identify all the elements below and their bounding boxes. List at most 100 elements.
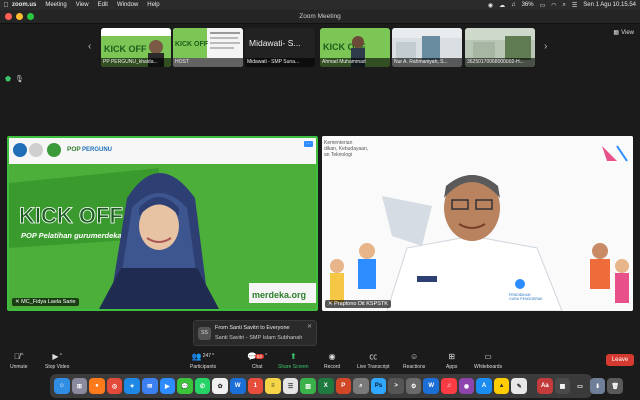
music-icon[interactable]: ♫ (511, 2, 516, 8)
reminders-icon[interactable]: ☰ (282, 378, 299, 394)
finder-icon[interactable]: ☺ (54, 378, 70, 394)
whiteboards-button[interactable]: ▭ Whiteboards (474, 350, 502, 371)
strip-next-icon[interactable]: › (544, 41, 547, 52)
music-icon[interactable]: ♫ (441, 378, 457, 394)
fullscreen-window-button[interactable] (27, 13, 34, 20)
word-doc-icon[interactable]: W (423, 378, 440, 394)
menu-edit[interactable]: Edit (98, 2, 108, 8)
mic-muted-icon: ✕ (15, 299, 20, 305)
participant-thumb[interactable]: 36250170068000002-H... (465, 28, 535, 67)
control-center-icon[interactable]: ☰ (572, 2, 577, 9)
live-transcript-button[interactable]: ㏄ Live Transcript (357, 350, 390, 371)
cc-icon: ㏄ (369, 351, 378, 361)
launchpad-icon[interactable]: ⊞ (71, 378, 88, 394)
participant-label: ✕ Praptono Dit KSPSTK (325, 300, 391, 308)
chevron-up-icon[interactable]: ^ (212, 353, 214, 359)
share-screen-label: Share Screen (278, 364, 309, 370)
cloud-icon[interactable]: ☁ (499, 2, 505, 9)
dictionary-icon[interactable]: Aa (537, 378, 553, 394)
downloads-icon[interactable]: ⬇ (589, 378, 606, 394)
photoshop-icon[interactable]: Ps (370, 378, 387, 394)
svg-text:an Teknologi: an Teknologi (324, 152, 352, 158)
record-label: Record (324, 364, 341, 370)
participant-thumb[interactable]: KICK OFF PP PERGUNU_khalda... (101, 28, 171, 67)
textedit-icon[interactable]: ✎ (511, 378, 528, 394)
menu-view[interactable]: View (76, 2, 89, 8)
menu-meeting[interactable]: Meeting (45, 2, 66, 8)
minimized-window-icon[interactable]: ▭ (572, 378, 588, 394)
app-store-icon[interactable]: A (476, 378, 492, 394)
terminal-icon[interactable]: > (388, 378, 404, 394)
mic-off-icon: 🎙̸ (14, 351, 21, 361)
participant-thumb[interactable]: Midawati- S... Midawati - SMP Suna... (245, 28, 315, 67)
preview-icon[interactable]: ⌕ (353, 378, 369, 394)
messages-icon[interactable]: 💬 (177, 378, 193, 394)
system-preferences-icon[interactable]: ⚙ (405, 378, 422, 394)
datetime[interactable]: Sen 1 Agu 10.15.54 (583, 2, 636, 8)
participants-button[interactable]: 👥 247 ^ Participants (190, 350, 216, 371)
close-window-button[interactable] (5, 13, 12, 20)
menu-help[interactable]: Help (147, 2, 159, 8)
reactions-button[interactable]: ☺ Reactions (403, 350, 425, 371)
safari-icon[interactable]: ✦ (124, 378, 140, 394)
view-button[interactable]: ▦ View (613, 29, 634, 37)
share-screen-button[interactable]: ⬆ Share Screen (278, 350, 309, 371)
screenshot-icon[interactable]: ▦ (554, 378, 571, 394)
word-icon[interactable]: W (229, 378, 246, 394)
video-tile-speaker[interactable]: Kementerian dikan, Kebudayaan, an Teknol… (322, 136, 633, 311)
unmute-button[interactable]: 🎙̸ ^ Unmute (10, 350, 28, 371)
chrome-icon[interactable]: ◎ (106, 378, 123, 394)
menu-window[interactable]: Window (117, 2, 138, 8)
minimize-window-button[interactable] (16, 13, 23, 20)
menu-bar:  zoom.us Meeting View Edit Window Help … (0, 0, 640, 10)
video-camera-icon: ▶ (52, 351, 59, 361)
leave-button[interactable]: Leave (606, 354, 634, 366)
google-drive-icon[interactable]: ▲ (493, 378, 510, 394)
smiley-icon: ☺ (410, 351, 419, 361)
participant-thumb[interactable]: KICK OFF Ahmad Muhammad (320, 28, 390, 67)
participant-name: HOST (173, 58, 243, 67)
battery-icon[interactable]: ▭ (540, 2, 546, 9)
participant-count: 247 (202, 353, 212, 359)
chat-button[interactable]: 💬 82 ^ Chat (247, 350, 267, 371)
powerpoint-icon[interactable]: P (335, 378, 352, 394)
participant-thumb[interactable]: KICK OFF HOST (173, 28, 243, 67)
trash-icon[interactable]: 🗑 (607, 378, 623, 394)
banner-title: KICK OFF (19, 203, 123, 228)
tile-more-button[interactable]: ··· (304, 141, 313, 147)
wifi-icon[interactable]: ◠ (551, 2, 556, 9)
notes-icon[interactable]: ≡ (265, 378, 281, 394)
record-button[interactable]: ◉ Record (324, 350, 341, 371)
svg-text:KICK OFF: KICK OFF (175, 41, 209, 48)
security-shield-icon[interactable]: ⬟ (5, 75, 11, 83)
close-icon[interactable]: ✕ (307, 323, 312, 330)
zoom-status-icon[interactable]: ◉ (488, 2, 493, 9)
stop-video-button[interactable]: ▶ ^ Stop Video (45, 350, 69, 371)
photos-icon[interactable]: ✿ (212, 378, 228, 394)
window-titlebar: Zoom Meeting (0, 10, 640, 24)
apps-button[interactable]: ⊞ Apps (446, 350, 457, 371)
chevron-up-icon[interactable]: ^ (265, 353, 267, 359)
participant-name: Midawati - SMP Suna... (245, 58, 315, 67)
chevron-up-icon[interactable]: ^ (21, 353, 23, 359)
numbers-icon[interactable]: ▥ (300, 378, 316, 394)
participant-thumb[interactable]: Nur A. Rahmaniyah, S... (392, 28, 462, 67)
excel-icon[interactable]: X (317, 378, 334, 394)
strip-prev-icon[interactable]: ‹ (88, 41, 91, 52)
zoom-icon[interactable]: ▶ (159, 378, 176, 394)
apple-icon[interactable]:  (0, 2, 12, 9)
chat-badge: 82 (254, 353, 264, 359)
calendar-icon[interactable]: 1 (247, 378, 264, 394)
mail-icon[interactable]: ✉ (141, 378, 158, 394)
menu-app-name[interactable]: zoom.us (12, 2, 36, 8)
whatsapp-icon[interactable]: ✆ (194, 378, 211, 394)
mic-status-icon: 🎙 (15, 76, 24, 83)
participant-strip: ‹ › ▦ View KICK OFF PP PERGUNU_khalda...… (0, 24, 640, 72)
mic-muted-icon: ✕ (328, 301, 333, 307)
chat-notification[interactable]: SS From Santi Savitri to Everyone Santi … (193, 320, 317, 346)
search-icon[interactable]: ⌕ (563, 2, 566, 9)
firefox-icon[interactable]: ● (89, 378, 105, 394)
video-tile-speaker[interactable]: POP PERGUNU KICK OFF POP Pelatihan gurum… (7, 136, 318, 311)
podcasts-icon[interactable]: ◉ (458, 378, 475, 394)
chevron-up-icon[interactable]: ^ (60, 353, 62, 359)
